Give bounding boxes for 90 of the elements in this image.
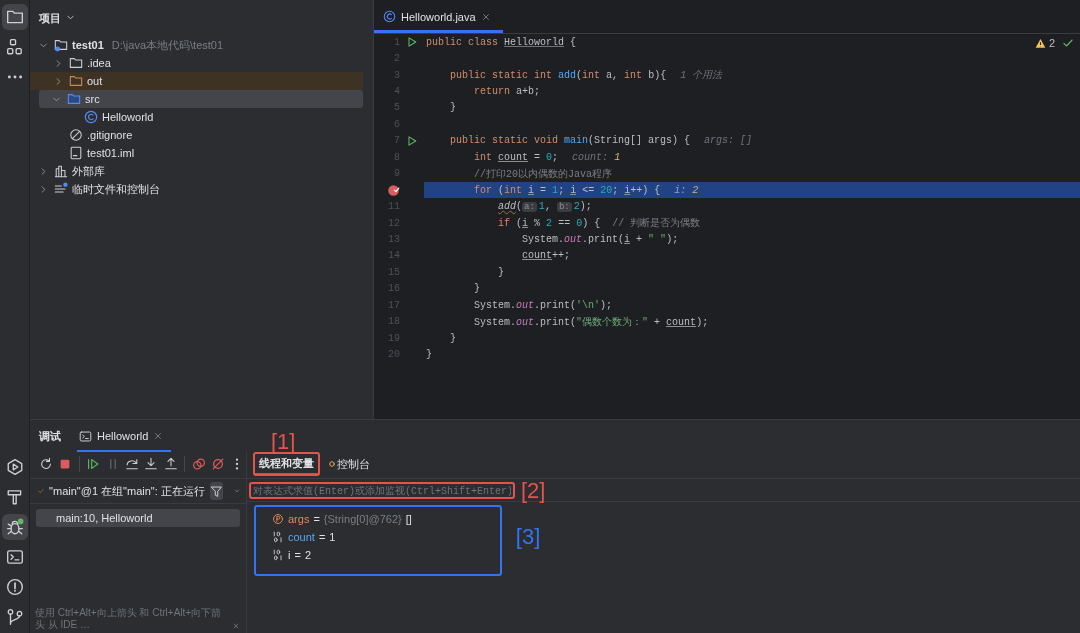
- tree-item[interactable]: test01.iml: [30, 144, 363, 162]
- folder-icon: [69, 74, 83, 88]
- variable-value: 1: [329, 531, 336, 543]
- code-line: }: [449, 332, 457, 344]
- folder-icon[interactable]: [1, 4, 28, 30]
- inline-hint: count: 1: [572, 151, 621, 163]
- tree-item[interactable]: .idea: [30, 54, 363, 72]
- session-tab[interactable]: Helloworld: [77, 420, 172, 452]
- code-line: count++;: [521, 250, 571, 262]
- code-line: System.out.print(i + " ");: [521, 233, 679, 245]
- breakpoints-icon[interactable]: [190, 455, 208, 473]
- code-line: public class Helloworld {: [426, 36, 577, 48]
- warning-count: 2: [1048, 37, 1055, 49]
- scratch-icon: [54, 182, 68, 196]
- file-icon: [69, 146, 83, 160]
- tree-item[interactable]: 临时文件和控制台: [30, 180, 363, 198]
- equals-sign: =: [294, 549, 301, 561]
- close-icon[interactable]: [231, 621, 240, 631]
- code-line: }: [497, 266, 505, 278]
- inline-hint: args: []: [704, 135, 753, 147]
- variable-name: count: [288, 531, 315, 543]
- code-line: public static void main(String[] args) {: [449, 135, 691, 147]
- variable-value: []: [405, 513, 412, 525]
- inline-hint: i: 2: [674, 184, 699, 196]
- no-entry-icon: [69, 128, 83, 142]
- code-line: }: [473, 283, 481, 295]
- subtab[interactable]: 控制台: [324, 454, 374, 474]
- code-line: if (i % 2 == 0) { // 判断是否为偶数: [497, 216, 701, 231]
- code-line: }: [426, 349, 432, 361]
- class-icon: [383, 10, 396, 23]
- code-line: }: [449, 102, 457, 114]
- tree-item[interactable]: .gitignore: [30, 126, 363, 144]
- tree-item[interactable]: 外部库: [30, 162, 363, 180]
- library-icon: [54, 164, 68, 178]
- evaluate-field[interactable]: 对表达式求值(Enter)或添加监视(Ctrl+Shift+Enter) [2]: [247, 478, 1080, 502]
- panel-title: 调试: [39, 428, 61, 444]
- tree-label: src: [85, 93, 100, 105]
- path-hint: D:\java本地代码\test01: [111, 37, 224, 53]
- file-tab[interactable]: Helloworld.java: [374, 0, 503, 33]
- class-icon: [84, 110, 98, 124]
- warning-icon: [1034, 37, 1046, 49]
- folder-icon: [69, 56, 83, 70]
- code-line: int count = 0;: [473, 151, 559, 163]
- close-icon[interactable]: [153, 431, 164, 441]
- code-line: add( a: 1, b: 2);: [497, 201, 592, 213]
- tree-item[interactable]: src: [39, 90, 363, 108]
- binary-icon: [272, 531, 284, 543]
- code-line: System.out.print('\n');: [473, 299, 613, 311]
- panel-title[interactable]: 项目: [39, 10, 61, 26]
- tree-item[interactable]: test01 D:\java本地代码\test01: [30, 36, 363, 54]
- equals-sign: =: [313, 513, 320, 525]
- annotation-label: [2]: [521, 478, 546, 503]
- tree-label: 临时文件和控制台: [72, 181, 160, 197]
- dot-icon: [328, 460, 336, 468]
- close-icon[interactable]: [480, 11, 491, 22]
- run-icon[interactable]: [406, 36, 418, 49]
- tree-label: test01: [72, 39, 104, 51]
- p-circle-icon: [272, 513, 284, 525]
- annotation-label: [3]: [515, 525, 541, 549]
- code-line: //打印20以内偶数的Java程序: [473, 167, 613, 181]
- tree-label: 外部库: [72, 163, 105, 179]
- code-line: public static int add(int a, int b){: [449, 69, 667, 81]
- tree-label: .gitignore: [87, 129, 133, 141]
- code-line: System.out.print("偶数个数为：" + count);: [473, 315, 709, 329]
- filter-icon[interactable]: [209, 482, 223, 500]
- code-line: for (int i = 1; i <= 20; i++) {: [473, 184, 661, 196]
- run-icon[interactable]: [406, 134, 418, 147]
- thread-label[interactable]: "main"@1 在组"main": 正在运行: [49, 483, 205, 499]
- variable-value: 2: [304, 549, 311, 561]
- folder-icon: [67, 92, 81, 106]
- breakpoint-icon[interactable]: [387, 183, 400, 197]
- subtab[interactable]: 线程和变量: [255, 454, 318, 474]
- tree-label: .idea: [87, 57, 111, 69]
- check-icon: [1062, 37, 1074, 49]
- folder-icon: [54, 38, 68, 52]
- frame-item[interactable]: main:10, Helloworld: [36, 509, 240, 527]
- tree-label: test01.iml: [87, 147, 135, 159]
- tree-item[interactable]: Helloworld: [30, 108, 363, 126]
- bug-icon[interactable]: [1, 514, 28, 540]
- tree-label: out: [87, 75, 103, 87]
- inline-hint: 1 个用法: [680, 68, 723, 83]
- binary-icon: [272, 549, 284, 561]
- tree-label: Helloworld: [102, 111, 154, 123]
- variable-name: i: [288, 549, 291, 561]
- terminal-icon: [79, 429, 92, 443]
- equals-sign: =: [318, 531, 326, 543]
- tree-item[interactable]: out: [30, 72, 363, 90]
- code-line: return a+b;: [473, 86, 541, 98]
- object-reference: {String[0]@762}: [323, 513, 402, 525]
- variable-name: args: [288, 513, 310, 525]
